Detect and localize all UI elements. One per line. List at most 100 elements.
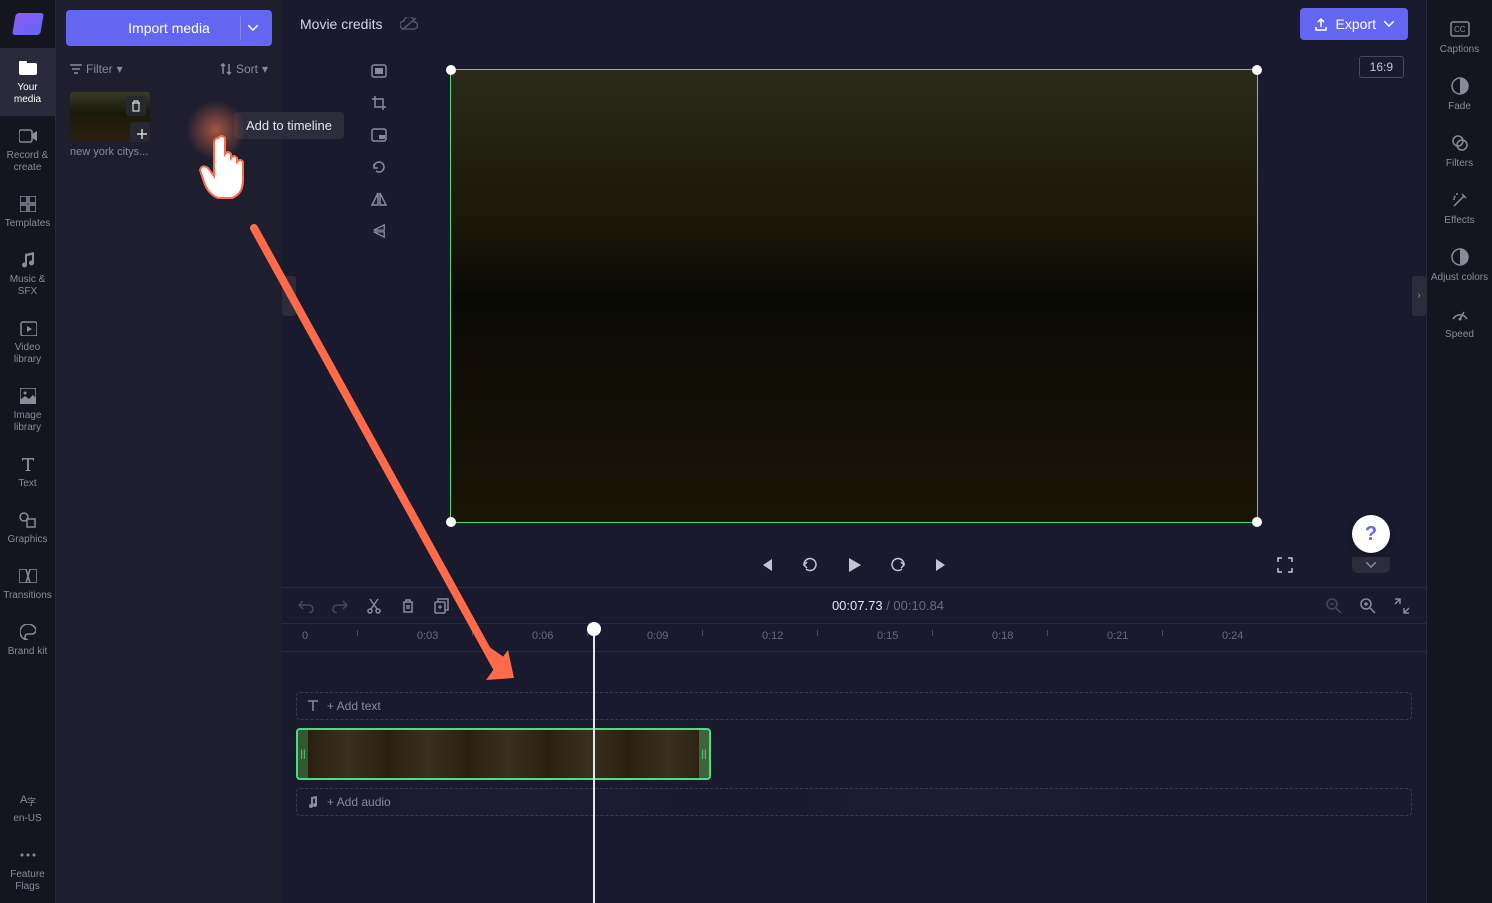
- playhead[interactable]: [593, 624, 595, 903]
- import-media-button[interactable]: Import media: [66, 10, 272, 46]
- nav-your-media[interactable]: Your media: [0, 48, 56, 116]
- captions-button[interactable]: CC Captions: [1427, 8, 1492, 65]
- ruler-mark: 0:06: [532, 630, 553, 642]
- seek-forward-button[interactable]: [887, 554, 909, 576]
- text-track[interactable]: + Add text: [296, 692, 1412, 720]
- nav-brand-kit[interactable]: Brand kit: [0, 612, 56, 668]
- nav-language[interactable]: A字 en-US: [0, 779, 56, 835]
- rotate-tool[interactable]: [366, 154, 392, 180]
- filter-button[interactable]: Filter ▾: [70, 62, 123, 76]
- skip-back-button[interactable]: [755, 554, 777, 576]
- text-icon: [18, 454, 38, 474]
- delete-button[interactable]: [398, 596, 418, 616]
- nav-text[interactable]: Text: [0, 444, 56, 500]
- pip-tool[interactable]: [366, 122, 392, 148]
- nav-label: Image library: [4, 410, 52, 434]
- zoom-fit-button[interactable]: [1392, 596, 1412, 616]
- crop-tool[interactable]: [366, 90, 392, 116]
- clip-body[interactable]: [308, 730, 699, 778]
- nav-feature-flags[interactable]: Feature Flags: [0, 835, 56, 903]
- help-button[interactable]: ?: [1352, 515, 1390, 553]
- skip-forward-button[interactable]: [931, 554, 953, 576]
- fit-tool[interactable]: [366, 58, 392, 84]
- sort-label: Sort: [236, 62, 258, 76]
- undo-button[interactable]: [296, 596, 316, 616]
- cloud-off-icon[interactable]: [400, 17, 418, 31]
- delete-media-button[interactable]: [126, 96, 146, 116]
- folder-icon: [18, 58, 38, 78]
- add-audio-label: + Add audio: [327, 795, 391, 809]
- flip-v-tool[interactable]: [366, 218, 392, 244]
- video-clip[interactable]: || ||: [296, 728, 711, 780]
- video-library-icon: [18, 318, 38, 338]
- media-panel: Import media Filter ▾ Sort ▾ new york ci…: [56, 0, 282, 903]
- palette-icon: [18, 622, 38, 642]
- nav-video-library[interactable]: Video library: [0, 308, 56, 376]
- collapse-right-button[interactable]: ›: [1412, 276, 1426, 316]
- nav-music-sfx[interactable]: Music & SFX: [0, 240, 56, 308]
- resize-handle-tr[interactable]: [1252, 65, 1262, 75]
- timeline-ruler[interactable]: 0 0:03 0:06 0:09 0:12 0:15 0:18 0:21 0:2…: [282, 624, 1426, 652]
- timeline-time: 00:07.73 / 00:10.84: [466, 598, 1310, 613]
- resize-handle-bl[interactable]: [446, 517, 456, 527]
- nav-label: Templates: [5, 218, 51, 230]
- add-to-timeline-button[interactable]: [130, 122, 150, 142]
- nav-label: en-US: [13, 813, 41, 825]
- resize-handle-tl[interactable]: [446, 65, 456, 75]
- fade-button[interactable]: Fade: [1427, 65, 1492, 122]
- nav-record-create[interactable]: Record & create: [0, 116, 56, 184]
- filters-icon: [1449, 132, 1471, 154]
- play-button[interactable]: [843, 554, 865, 576]
- app-logo[interactable]: [0, 0, 56, 48]
- nav-label: Record & create: [4, 150, 52, 174]
- ruler-mark: 0:12: [762, 630, 783, 642]
- export-button[interactable]: Export: [1300, 8, 1408, 40]
- fullscreen-button[interactable]: [1274, 554, 1296, 576]
- nav-image-library[interactable]: Image library: [0, 376, 56, 444]
- aspect-ratio-button[interactable]: 16:9: [1359, 56, 1404, 78]
- preview-canvas[interactable]: [450, 69, 1258, 523]
- sort-button[interactable]: Sort ▾: [220, 62, 268, 76]
- language-icon: A字: [18, 789, 38, 809]
- nav-label: Transitions: [3, 590, 52, 602]
- tooltip: Add to timeline: [234, 112, 344, 139]
- import-label: Import media: [128, 20, 210, 36]
- nav-transitions[interactable]: Transitions: [0, 556, 56, 612]
- nav-label: Video library: [4, 342, 52, 366]
- nav-label: Your media: [4, 82, 52, 106]
- preview-tools: [366, 58, 392, 244]
- svg-text:字: 字: [27, 796, 36, 807]
- filter-icon: [70, 64, 82, 74]
- nav-templates[interactable]: Templates: [0, 184, 56, 240]
- resize-handle-br[interactable]: [1252, 517, 1262, 527]
- duplicate-button[interactable]: [432, 596, 452, 616]
- audio-icon: [307, 796, 319, 808]
- ruler-mark: 0:24: [1222, 630, 1243, 642]
- media-thumbnail[interactable]: new york citys...: [70, 92, 150, 158]
- chevron-down-icon[interactable]: [240, 16, 264, 40]
- clip-handle-right[interactable]: ||: [699, 730, 709, 778]
- filters-button[interactable]: Filters: [1427, 122, 1492, 179]
- left-sidebar: Your media Record & create Templates Mus…: [0, 0, 56, 903]
- zoom-in-button[interactable]: [1358, 596, 1378, 616]
- flip-h-tool[interactable]: [366, 186, 392, 212]
- seek-back-button[interactable]: [799, 554, 821, 576]
- speed-button[interactable]: Speed: [1427, 293, 1492, 350]
- ruler-mark: 0:18: [992, 630, 1013, 642]
- redo-button[interactable]: [330, 596, 350, 616]
- collapse-left-button[interactable]: ‹: [282, 276, 296, 316]
- adjust-colors-button[interactable]: Adjust colors: [1427, 236, 1492, 293]
- trash-icon: [130, 100, 142, 112]
- audio-track[interactable]: + Add audio: [296, 788, 1412, 816]
- effects-button[interactable]: Effects: [1427, 179, 1492, 236]
- zoom-out-button[interactable]: [1324, 596, 1344, 616]
- split-button[interactable]: [364, 596, 384, 616]
- camera-icon: [18, 126, 38, 146]
- help-expand-button[interactable]: [1352, 557, 1390, 573]
- clip-handle-left[interactable]: ||: [298, 730, 308, 778]
- project-title[interactable]: Movie credits: [300, 16, 382, 32]
- video-track[interactable]: || ||: [296, 728, 1412, 780]
- chevron-down-icon: [1384, 21, 1394, 27]
- nav-graphics[interactable]: Graphics: [0, 500, 56, 556]
- thumbnail-label: new york citys...: [70, 146, 150, 158]
